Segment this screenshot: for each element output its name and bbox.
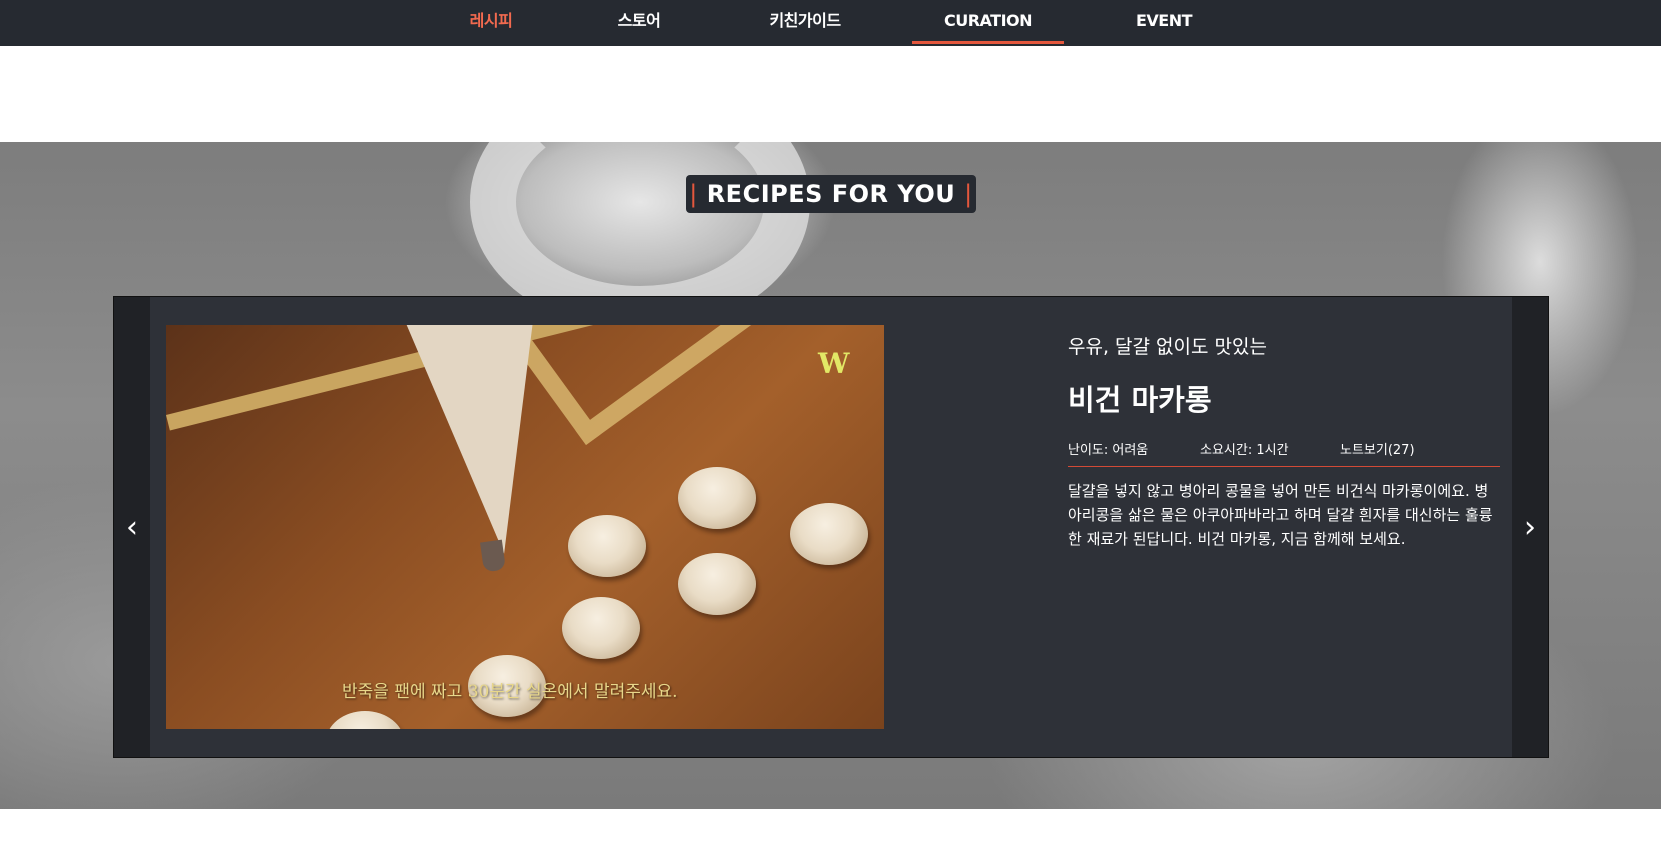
notes-link[interactable]: 노트보기(27) — [1340, 441, 1415, 461]
slider-left-strip: ‹ — [114, 297, 150, 757]
chevron-left-icon[interactable]: ‹ — [114, 513, 150, 543]
heading-text: RECIPES FOR YOU — [706, 180, 956, 208]
cook-time-label: 소요시간: 1시간 — [1200, 443, 1289, 458]
macaron-shape — [790, 503, 868, 565]
nav-item-store[interactable]: 스토어 — [594, 0, 684, 46]
section-heading: | RECIPES FOR YOU | — [686, 175, 976, 213]
nav-item-recipe[interactable]: 레시피 — [446, 0, 536, 46]
recipe-meta: 난이도: 어려움 소요시간: 1시간 노트보기(27) — [1068, 441, 1500, 467]
macaron-shape — [568, 515, 646, 577]
piping-tip-shape — [480, 539, 506, 573]
recipe-slider: ‹ W 반죽을 팬에 짜고 30분간 실온에서 말려주세요. 우유, 달걀 없이… — [113, 296, 1549, 758]
nav-item-curation[interactable]: CURATION — [912, 0, 1064, 46]
chevron-right-icon[interactable]: › — [1512, 513, 1548, 543]
top-navigation: 레시피 스토어 키친가이드 CURATION EVENT — [0, 0, 1661, 46]
difficulty-label: 난이도: 어려움 — [1068, 443, 1149, 458]
watermark-logo: W — [818, 347, 850, 380]
macaron-shape — [678, 467, 756, 529]
nav-item-curation-label: CURATION — [943, 11, 1033, 30]
recipe-title[interactable]: 비건 마카롱 — [1068, 381, 1500, 419]
macaron-shape — [678, 553, 756, 615]
video-caption: 반죽을 팬에 짜고 30분간 실온에서 말려주세요. — [342, 682, 678, 702]
active-tab-underline — [912, 41, 1064, 44]
nav-item-kitchen-guide[interactable]: 키친가이드 — [755, 0, 855, 46]
nav-item-event[interactable]: EVENT — [1118, 0, 1210, 46]
heading-bar-right: | — [964, 180, 973, 208]
recipe-subtitle: 우유, 달걀 없이도 맛있는 — [1068, 336, 1267, 358]
macaron-shape — [562, 597, 640, 659]
recipe-video-thumbnail[interactable]: W 반죽을 팬에 짜고 30분간 실온에서 말려주세요. — [166, 325, 884, 729]
recipe-description: 달걀을 넣지 않고 병아리 콩물을 넣어 만든 비건식 마카롱이에요. 병아리콩… — [1068, 482, 1493, 548]
slider-right-strip: › — [1512, 297, 1548, 757]
heading-bar-left: | — [689, 180, 698, 208]
recipe-info: 우유, 달걀 없이도 맛있는 비건 마카롱 난이도: 어려움 소요시간: 1시간… — [1068, 333, 1500, 551]
